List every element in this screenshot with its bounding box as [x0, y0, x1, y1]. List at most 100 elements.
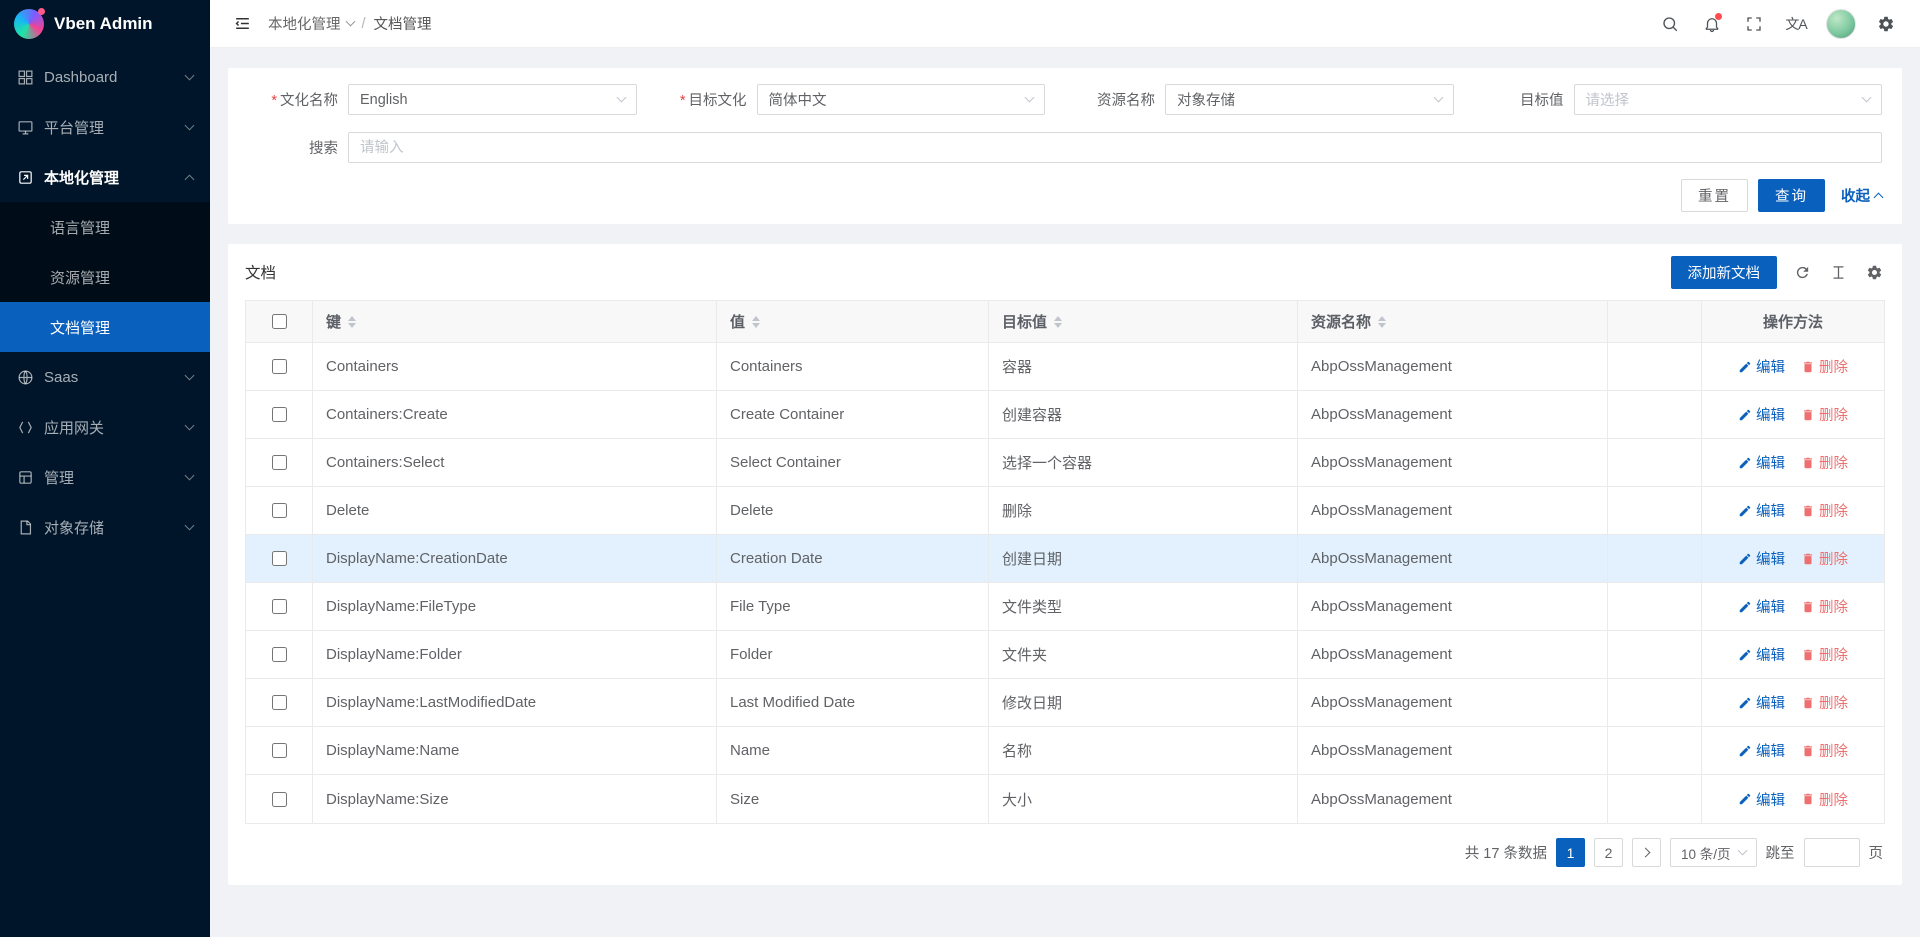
- table-row[interactable]: DisplayName:Name Name 名称 AbpOssManagemen…: [246, 727, 1884, 775]
- next-page-button[interactable]: [1632, 838, 1661, 867]
- search-input[interactable]: [348, 132, 1882, 163]
- table-row[interactable]: Containers:Select Select Container 选择一个容…: [246, 439, 1884, 487]
- cell-key: DisplayName:Size: [313, 775, 717, 823]
- trash-icon: [1801, 504, 1815, 518]
- sort-icon: [752, 316, 760, 328]
- row-checkbox[interactable]: [272, 551, 287, 566]
- delete-button[interactable]: 删除: [1801, 692, 1848, 713]
- cell-resource: AbpOssManagement: [1298, 583, 1608, 631]
- edit-button[interactable]: 编辑: [1738, 452, 1785, 473]
- translate-icon[interactable]: 文A: [1778, 6, 1814, 42]
- table-row[interactable]: Delete Delete 删除 AbpOssManagement 编辑: [246, 487, 1884, 535]
- sidebar-subitem[interactable]: 文档管理: [0, 302, 210, 352]
- sidebar-item-admin[interactable]: 管理: [0, 452, 210, 502]
- resource-name-select[interactable]: 对象存储: [1165, 84, 1454, 115]
- table-row[interactable]: DisplayName:CreationDate Creation Date 创…: [246, 535, 1884, 583]
- notification-bell-icon[interactable]: [1694, 6, 1730, 42]
- query-button[interactable]: 查询: [1758, 179, 1825, 212]
- edit-button[interactable]: 编辑: [1738, 789, 1785, 810]
- sidebar-subitem[interactable]: 语言管理: [0, 202, 210, 252]
- cell-key: DisplayName:Folder: [313, 631, 717, 679]
- delete-button[interactable]: 删除: [1801, 404, 1848, 425]
- delete-button[interactable]: 删除: [1801, 596, 1848, 617]
- sidebar-item-saas[interactable]: Saas: [0, 352, 210, 402]
- avatar[interactable]: [1826, 9, 1856, 39]
- delete-button[interactable]: 删除: [1801, 452, 1848, 473]
- menu-fold-icon[interactable]: [226, 8, 258, 40]
- target-value-select[interactable]: 请选择: [1574, 84, 1883, 115]
- trash-icon: [1801, 648, 1815, 662]
- search-icon[interactable]: [1652, 6, 1688, 42]
- column-header-resource[interactable]: 资源名称: [1298, 301, 1608, 343]
- cell-resource: AbpOssManagement: [1298, 631, 1608, 679]
- sidebar-item-platform[interactable]: 平台管理: [0, 102, 210, 152]
- pencil-icon: [1738, 696, 1752, 710]
- collapse-toggle[interactable]: 收起: [1841, 185, 1882, 206]
- sidebar-item-storage[interactable]: 对象存储: [0, 502, 210, 552]
- row-checkbox[interactable]: [272, 743, 287, 758]
- row-height-icon[interactable]: [1827, 261, 1849, 283]
- logo[interactable]: Vben Admin: [0, 0, 210, 48]
- jump-page-input[interactable]: [1804, 838, 1860, 867]
- column-header-key[interactable]: 键: [313, 301, 717, 343]
- content: *文化名称 English *目标文化 简体中文: [210, 48, 1920, 937]
- row-checkbox[interactable]: [272, 359, 287, 374]
- delete-button[interactable]: 删除: [1801, 548, 1848, 569]
- row-checkbox[interactable]: [272, 792, 287, 807]
- reset-button[interactable]: 重置: [1681, 179, 1748, 212]
- table-row[interactable]: Containers Containers 容器 AbpOssManagemen…: [246, 343, 1884, 391]
- fullscreen-icon[interactable]: [1736, 6, 1772, 42]
- target-culture-select[interactable]: 简体中文: [757, 84, 1046, 115]
- cell-resource: AbpOssManagement: [1298, 487, 1608, 535]
- edit-button[interactable]: 编辑: [1738, 356, 1785, 377]
- select-all-checkbox[interactable]: [272, 314, 287, 329]
- edit-button[interactable]: 编辑: [1738, 644, 1785, 665]
- cell-empty: [1608, 583, 1702, 631]
- table-toolbar: 文档 添加新文档: [245, 244, 1885, 300]
- page-1-button[interactable]: 1: [1556, 838, 1585, 867]
- breadcrumb-parent[interactable]: 本地化管理: [268, 13, 354, 34]
- trash-icon: [1801, 696, 1815, 710]
- row-checkbox[interactable]: [272, 695, 287, 710]
- cell-key: DisplayName:LastModifiedDate: [313, 679, 717, 727]
- cell-value: Create Container: [717, 391, 989, 439]
- column-header-target[interactable]: 目标值: [989, 301, 1298, 343]
- edit-button[interactable]: 编辑: [1738, 596, 1785, 617]
- row-checkbox[interactable]: [272, 407, 287, 422]
- edit-button[interactable]: 编辑: [1738, 500, 1785, 521]
- settings-gear-icon[interactable]: [1868, 6, 1904, 42]
- page-2-button[interactable]: 2: [1594, 838, 1623, 867]
- table-row[interactable]: DisplayName:LastModifiedDate Last Modifi…: [246, 679, 1884, 727]
- sidebar-subitem[interactable]: 资源管理: [0, 252, 210, 302]
- add-document-button[interactable]: 添加新文档: [1671, 256, 1778, 289]
- culture-select[interactable]: English: [348, 84, 637, 115]
- page-size-select[interactable]: 10 条/页: [1670, 838, 1757, 867]
- column-header-empty: [1608, 301, 1702, 343]
- delete-button[interactable]: 删除: [1801, 740, 1848, 761]
- table-row[interactable]: Containers:Create Create Container 创建容器 …: [246, 391, 1884, 439]
- edit-button[interactable]: 编辑: [1738, 740, 1785, 761]
- edit-button[interactable]: 编辑: [1738, 692, 1785, 713]
- delete-button[interactable]: 删除: [1801, 500, 1848, 521]
- sidebar-item-gateway[interactable]: 应用网关: [0, 402, 210, 452]
- edit-button[interactable]: 编辑: [1738, 548, 1785, 569]
- table-row[interactable]: DisplayName:FileType File Type 文件类型 AbpO…: [246, 583, 1884, 631]
- column-header-value[interactable]: 值: [717, 301, 989, 343]
- trash-icon: [1801, 600, 1815, 614]
- delete-button[interactable]: 删除: [1801, 789, 1848, 810]
- sidebar-item-localization[interactable]: 本地化管理: [0, 152, 210, 202]
- refresh-icon[interactable]: [1791, 261, 1813, 283]
- delete-button[interactable]: 删除: [1801, 644, 1848, 665]
- row-checkbox[interactable]: [272, 455, 287, 470]
- row-checkbox[interactable]: [272, 599, 287, 614]
- row-checkbox[interactable]: [272, 503, 287, 518]
- sidebar-item-dashboard[interactable]: Dashboard: [0, 52, 210, 102]
- chevron-down-icon: [185, 470, 195, 480]
- column-settings-gear-icon[interactable]: [1863, 261, 1885, 283]
- table-row[interactable]: DisplayName:Folder Folder 文件夹 AbpOssMana…: [246, 631, 1884, 679]
- row-checkbox[interactable]: [272, 647, 287, 662]
- chevron-down-icon: [185, 420, 195, 430]
- delete-button[interactable]: 删除: [1801, 356, 1848, 377]
- table-row[interactable]: DisplayName:Size Size 大小 AbpOssManagemen…: [246, 775, 1884, 823]
- edit-button[interactable]: 编辑: [1738, 404, 1785, 425]
